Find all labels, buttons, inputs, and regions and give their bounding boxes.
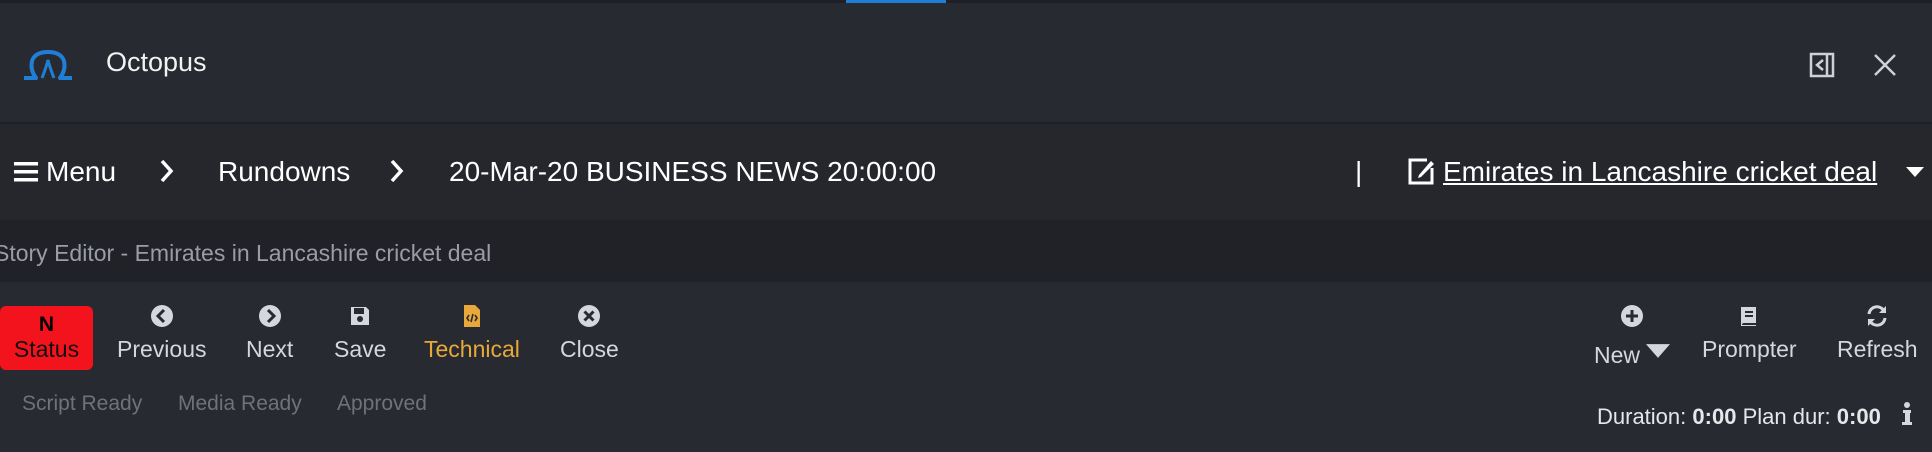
breadcrumb: Menu Rundowns 20-Mar-20 BUSINESS NEWS 20…	[0, 124, 1932, 220]
close-label: Close	[560, 336, 619, 362]
plan-duration-value: 0:00	[1836, 404, 1881, 429]
story-title: Emirates in Lancashire cricket deal	[1443, 156, 1878, 187]
previous-label: Previous	[117, 336, 207, 362]
refresh-button[interactable]: Refresh	[1837, 304, 1918, 363]
breadcrumb-separator: |	[1355, 156, 1363, 187]
refresh-label: Refresh	[1837, 336, 1918, 362]
technical-button[interactable]: Technical	[424, 304, 520, 363]
edit-icon	[1408, 158, 1434, 185]
duration-value: 0:00	[1692, 404, 1737, 429]
flag-media-ready[interactable]: Media Ready	[178, 392, 302, 416]
prompter-label: Prompter	[1702, 336, 1797, 362]
save-label: Save	[334, 336, 387, 362]
chevron-right-icon	[160, 159, 174, 183]
close-icon[interactable]	[1867, 47, 1903, 83]
flag-approved[interactable]: Approved	[337, 392, 427, 416]
close-story-button[interactable]: Close	[560, 304, 619, 363]
chevron-circle-left-icon	[150, 305, 173, 327]
title-bar: Octopus	[0, 3, 1932, 123]
flag-script-ready[interactable]: Script Ready	[22, 392, 142, 416]
times-circle-icon	[578, 305, 601, 327]
chevron-circle-right-icon	[258, 305, 281, 327]
chevron-down-icon[interactable]	[1904, 162, 1926, 182]
breadcrumb-rundown-name[interactable]: 20-Mar-20 BUSINESS NEWS 20:00:00	[449, 156, 936, 188]
plus-circle-icon	[1621, 305, 1643, 327]
breadcrumb-rundowns[interactable]: Rundowns	[218, 156, 350, 188]
save-icon	[351, 307, 370, 325]
duration-info: Duration: 0:00 Plan dur: 0:00	[1597, 404, 1881, 430]
next-button[interactable]: Next	[246, 304, 293, 363]
book-icon	[1741, 307, 1757, 326]
menu-label: Menu	[46, 156, 117, 187]
new-label: New	[1594, 341, 1641, 368]
status-label: Status	[13, 336, 80, 362]
menu-button[interactable]: Menu	[14, 156, 116, 188]
story-editor-header: Story Editor - Emirates in Lancashire cr…	[0, 220, 1932, 282]
story-toolbar: N Status Previous Next Save Technical Cl…	[0, 282, 1932, 452]
chevron-down-icon	[1646, 344, 1671, 358]
new-button[interactable]: New	[1594, 304, 1671, 371]
story-title-link[interactable]: Emirates in Lancashire cricket deal	[1405, 156, 1877, 188]
previous-button[interactable]: Previous	[117, 304, 206, 363]
status-badge: N	[38, 313, 55, 336]
story-editor-title: Story Editor - Emirates in Lancashire cr…	[0, 240, 492, 266]
app-title: Octopus	[106, 47, 207, 77]
status-button[interactable]: N Status	[0, 306, 93, 370]
technical-label: Technical	[424, 336, 520, 362]
octopus-logo-icon	[24, 50, 72, 80]
file-code-icon	[463, 305, 480, 327]
prompter-button[interactable]: Prompter	[1702, 304, 1797, 363]
hamburger-icon	[14, 162, 38, 182]
save-button[interactable]: Save	[334, 304, 386, 363]
refresh-icon	[1867, 305, 1887, 327]
dock-left-icon[interactable]	[1804, 47, 1840, 83]
plan-duration-label: Plan dur:	[1742, 404, 1831, 429]
chevron-right-icon	[390, 159, 404, 183]
next-label: Next	[246, 336, 294, 362]
info-icon[interactable]	[1900, 400, 1914, 428]
duration-label: Duration:	[1597, 404, 1687, 429]
